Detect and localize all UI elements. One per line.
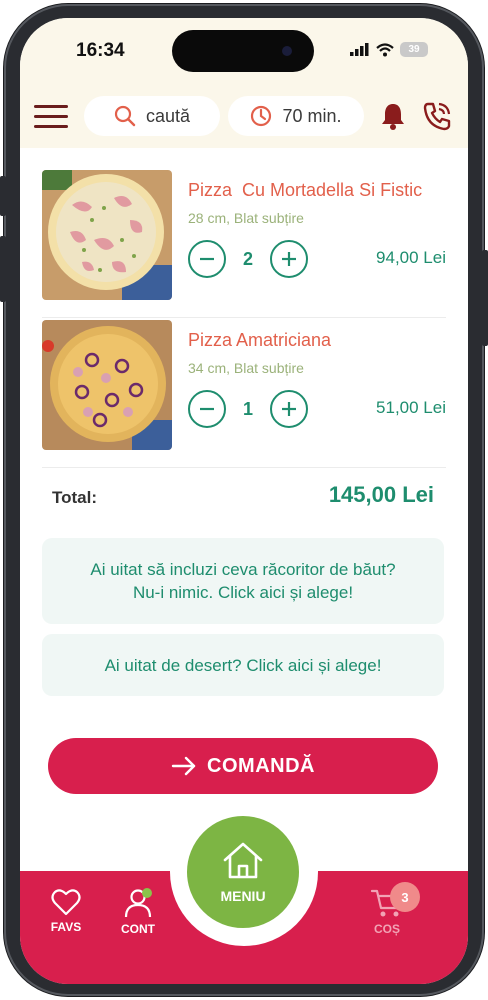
- cart-total: Total: 145,00 Lei: [42, 480, 446, 520]
- phone-icon[interactable]: [422, 101, 452, 131]
- item-detail: 34 cm, Blat subțire: [188, 360, 304, 376]
- item-name: Pizza Cu Mortadella Si Fistic: [188, 180, 423, 200]
- decrease-button[interactable]: [188, 240, 226, 278]
- dessert-suggestion-button[interactable]: Ai uitat de desert? Click aici și alege!: [42, 634, 444, 696]
- cart-count-badge: 3: [390, 882, 420, 912]
- arrow-right-icon: [171, 756, 196, 776]
- menu-button[interactable]: MENIU: [183, 812, 303, 932]
- search-label: caută: [145, 105, 191, 126]
- increase-button[interactable]: [270, 390, 308, 428]
- cart-list: Pizza Cu Mortadella Si Fistic 28 cm, Bla…: [42, 168, 446, 468]
- nav-favs[interactable]: FAVS: [46, 888, 86, 934]
- app-screen: 16:34 39 caută 70 min. Pizza Cu Mortadel…: [20, 18, 468, 984]
- heart-icon: [51, 889, 81, 916]
- plus-icon: [282, 402, 296, 416]
- item-price: 94,00 Lei: [376, 248, 446, 267]
- nav-favs-label: FAVS: [50, 920, 82, 934]
- dynamic-island: [172, 30, 314, 72]
- pizza-image: [42, 170, 172, 300]
- battery-icon: 39: [400, 42, 428, 57]
- quantity-value: 1: [242, 398, 253, 419]
- delivery-time-label: 70 min.: [282, 105, 342, 126]
- nav-cart-label: COȘ: [373, 922, 400, 936]
- search-button[interactable]: caută: [84, 96, 220, 136]
- minus-icon: [200, 257, 214, 261]
- drinks-suggestion-button[interactable]: Ai uitat să incluzi ceva răcoritor de bă…: [42, 538, 444, 624]
- total-label: Total:: [52, 488, 98, 507]
- cart-item: Pizza Amatriciana 34 cm, Blat subțire 1 …: [42, 318, 446, 468]
- item-price: 51,00 Lei: [376, 398, 446, 417]
- total-value: 145,00 Lei: [328, 482, 434, 507]
- pizza-image: [42, 320, 172, 450]
- order-button[interactable]: COMANDĂ: [48, 738, 438, 794]
- cart-item: Pizza Cu Mortadella Si Fistic 28 cm, Bla…: [42, 168, 446, 318]
- notification-dot: [142, 888, 152, 898]
- quantity-value: 2: [242, 248, 253, 269]
- home-icon: [223, 842, 263, 879]
- camera-icon: [282, 46, 292, 56]
- item-detail: 28 cm, Blat subțire: [188, 210, 304, 226]
- decrease-button[interactable]: [188, 390, 226, 428]
- quantity-stepper: 1: [188, 390, 308, 428]
- plus-icon: [282, 252, 296, 266]
- side-button: [0, 236, 6, 302]
- nav-cart[interactable]: 3 COȘ: [364, 882, 420, 936]
- drinks-suggestion-line2: Nu-i nimic. Click aici și alege!: [132, 583, 354, 602]
- wifi-icon: [376, 42, 394, 56]
- side-button: [0, 176, 6, 216]
- dessert-suggestion-text: Ai uitat de desert? Click aici și alege!: [104, 656, 382, 675]
- clock-icon: [251, 105, 272, 127]
- nav-account-label: CONT: [121, 922, 155, 936]
- menu-icon[interactable]: [34, 105, 68, 129]
- status-icons: 39: [350, 42, 428, 57]
- delivery-time-button[interactable]: 70 min.: [228, 96, 364, 136]
- item-name: Pizza Amatriciana: [188, 330, 332, 350]
- increase-button[interactable]: [270, 240, 308, 278]
- minus-icon: [200, 407, 214, 411]
- search-icon: [114, 105, 136, 127]
- nav-account[interactable]: CONT: [116, 888, 160, 936]
- status-time: 16:34: [76, 40, 125, 61]
- signal-icon: [350, 43, 369, 56]
- app-header: caută 70 min.: [20, 96, 468, 138]
- quantity-stepper: 2: [188, 240, 308, 278]
- menu-button-label: MENIU: [220, 888, 266, 904]
- bell-icon[interactable]: [380, 102, 406, 130]
- drinks-suggestion-line1: Ai uitat să incluzi ceva răcoritor de bă…: [90, 560, 396, 579]
- side-button: [482, 250, 488, 346]
- order-button-label: COMANDĂ: [207, 754, 315, 777]
